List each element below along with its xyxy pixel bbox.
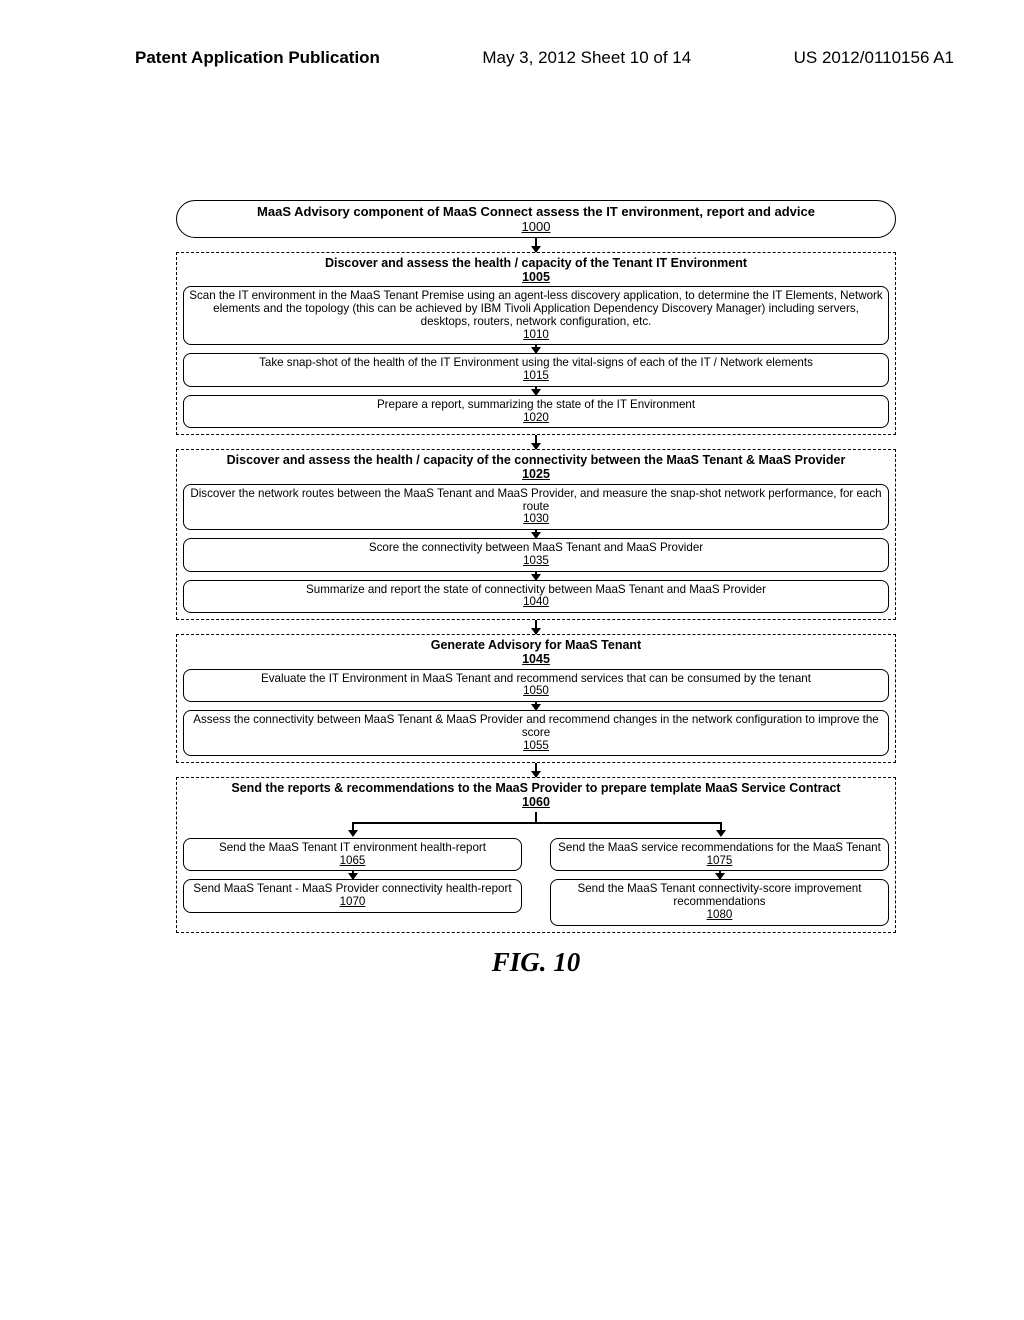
step-ref: 1080 bbox=[707, 908, 733, 921]
step-box: Take snap-shot of the health of the IT E… bbox=[183, 353, 889, 387]
arrow-split bbox=[183, 812, 889, 838]
step-box: Send the MaaS Tenant connectivity-score … bbox=[550, 879, 889, 925]
step-box: Discover the network routes between the … bbox=[183, 484, 889, 530]
page-header: Patent Application Publication May 3, 20… bbox=[0, 48, 1024, 68]
group-title: Discover and assess the health / capacit… bbox=[183, 255, 889, 287]
flowchart: MaaS Advisory component of MaaS Connect … bbox=[176, 200, 896, 978]
step-ref: 1015 bbox=[523, 369, 549, 382]
step-box: Send the MaaS service recommendations fo… bbox=[550, 838, 889, 872]
group-generate-advisory: Generate Advisory for MaaS Tenant 1045 E… bbox=[176, 634, 896, 763]
group-title-ref: 1060 bbox=[522, 795, 550, 809]
group-discover-connectivity: Discover and assess the health / capacit… bbox=[176, 449, 896, 620]
arrow bbox=[176, 763, 896, 777]
title-box: MaaS Advisory component of MaaS Connect … bbox=[176, 200, 896, 238]
step-text: Scan the IT environment in the MaaS Tena… bbox=[189, 289, 882, 328]
arrow bbox=[176, 238, 896, 252]
arrow bbox=[183, 572, 889, 580]
arrow bbox=[183, 530, 889, 538]
group-title-text: Generate Advisory for MaaS Tenant bbox=[431, 638, 641, 652]
group-title-ref: 1005 bbox=[522, 270, 550, 284]
step-text: Send the MaaS Tenant IT environment heal… bbox=[219, 841, 486, 854]
arrow bbox=[183, 871, 522, 879]
step-box: Scan the IT environment in the MaaS Tena… bbox=[183, 286, 889, 345]
arrow bbox=[176, 435, 896, 449]
step-ref: 1050 bbox=[523, 684, 549, 697]
step-ref: 1055 bbox=[523, 739, 549, 752]
group-title: Generate Advisory for MaaS Tenant 1045 bbox=[183, 637, 889, 669]
step-ref: 1030 bbox=[523, 512, 549, 525]
step-ref: 1035 bbox=[523, 554, 549, 567]
step-ref: 1075 bbox=[707, 854, 733, 867]
group-title-ref: 1025 bbox=[522, 467, 550, 481]
title-ref: 1000 bbox=[522, 219, 551, 234]
figure-caption: FIG. 10 bbox=[176, 947, 896, 978]
step-text: Send the MaaS Tenant connectivity-score … bbox=[578, 882, 862, 908]
step-text: Discover the network routes between the … bbox=[190, 487, 881, 513]
group-title-text: Discover and assess the health / capacit… bbox=[325, 256, 747, 270]
step-text: Summarize and report the state of connec… bbox=[306, 583, 766, 596]
step-text: Prepare a report, summarizing the state … bbox=[377, 398, 695, 411]
arrow bbox=[183, 345, 889, 353]
header-left: Patent Application Publication bbox=[135, 48, 380, 68]
step-box: Prepare a report, summarizing the state … bbox=[183, 395, 889, 429]
group-send-reports: Send the reports & recommendations to th… bbox=[176, 777, 896, 932]
group-title-text: Send the reports & recommendations to th… bbox=[231, 781, 840, 795]
arrow bbox=[550, 871, 889, 879]
step-box: Send MaaS Tenant - MaaS Provider connect… bbox=[183, 879, 522, 913]
group-title-ref: 1045 bbox=[522, 652, 550, 666]
step-text: Send MaaS Tenant - MaaS Provider connect… bbox=[193, 882, 511, 895]
step-ref: 1065 bbox=[340, 854, 366, 867]
step-ref: 1040 bbox=[523, 595, 549, 608]
step-box: Evaluate the IT Environment in MaaS Tena… bbox=[183, 669, 889, 703]
arrow bbox=[176, 620, 896, 634]
group-title: Send the reports & recommendations to th… bbox=[183, 780, 889, 812]
arrow bbox=[183, 702, 889, 710]
step-box: Summarize and report the state of connec… bbox=[183, 580, 889, 614]
step-text: Send the MaaS service recommendations fo… bbox=[558, 841, 881, 854]
group-title-text: Discover and assess the health / capacit… bbox=[227, 453, 846, 467]
step-ref: 1010 bbox=[523, 328, 549, 341]
arrow bbox=[183, 387, 889, 395]
group-discover-tenant: Discover and assess the health / capacit… bbox=[176, 252, 896, 436]
step-text: Take snap-shot of the health of the IT E… bbox=[259, 356, 813, 369]
step-box: Assess the connectivity between MaaS Ten… bbox=[183, 710, 889, 756]
step-box: Send the MaaS Tenant IT environment heal… bbox=[183, 838, 522, 872]
step-ref: 1070 bbox=[340, 895, 366, 908]
step-text: Score the connectivity between MaaS Tena… bbox=[369, 541, 703, 554]
header-right: US 2012/0110156 A1 bbox=[794, 48, 954, 68]
title-text: MaaS Advisory component of MaaS Connect … bbox=[257, 204, 815, 219]
group-title: Discover and assess the health / capacit… bbox=[183, 452, 889, 484]
header-center: May 3, 2012 Sheet 10 of 14 bbox=[482, 48, 691, 68]
step-text: Evaluate the IT Environment in MaaS Tena… bbox=[261, 672, 811, 685]
step-ref: 1020 bbox=[523, 411, 549, 424]
step-box: Score the connectivity between MaaS Tena… bbox=[183, 538, 889, 572]
step-text: Assess the connectivity between MaaS Ten… bbox=[193, 713, 878, 739]
